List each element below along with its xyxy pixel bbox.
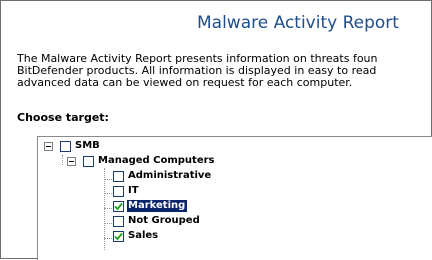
tree-label-not-grouped[interactable]: Not Grouped — [127, 215, 202, 227]
checkbox-not-grouped[interactable] — [113, 215, 124, 227]
tree-node-administrative[interactable]: Administrative — [113, 169, 213, 183]
checkbox-it[interactable] — [113, 185, 124, 197]
tree-label-administrative[interactable]: Administrative — [127, 170, 213, 182]
tree-node-managed-computers[interactable]: Managed Computers — [67, 154, 217, 168]
collapse-icon[interactable] — [44, 141, 53, 151]
tree-node-smb[interactable]: SMB — [44, 139, 102, 153]
collapse-icon[interactable] — [67, 156, 76, 166]
checkbox-marketing[interactable] — [113, 200, 124, 212]
checkbox-smb[interactable] — [60, 140, 71, 152]
description-line-3: advanced data can be viewed on request f… — [17, 76, 353, 89]
checkbox-administrative[interactable] — [113, 170, 124, 182]
tree-node-sales[interactable]: Sales — [113, 229, 160, 243]
tree-label-it[interactable]: IT — [127, 185, 141, 197]
report-title: Malware Activity Report — [197, 13, 399, 33]
checkmark-icon — [114, 202, 123, 210]
target-tree[interactable]: SMB Managed Computers Administrative IT … — [37, 136, 432, 260]
tree-node-not-grouped[interactable]: Not Grouped — [113, 214, 202, 228]
tree-connector — [62, 155, 63, 165]
report-description: The Malware Activity Report presents inf… — [17, 53, 432, 89]
report-panel: Malware Activity Report The Malware Acti… — [0, 0, 432, 260]
checkbox-managed-computers[interactable] — [83, 155, 94, 167]
tree-label-marketing[interactable]: Marketing — [127, 200, 188, 212]
tree-label-smb[interactable]: SMB — [74, 140, 102, 152]
choose-target-label: Choose target: — [17, 111, 109, 124]
tree-label-sales[interactable]: Sales — [127, 230, 160, 242]
checkmark-icon — [114, 232, 123, 240]
tree-node-it[interactable]: IT — [113, 184, 141, 198]
checkbox-sales[interactable] — [113, 230, 124, 242]
tree-node-marketing[interactable]: Marketing — [113, 199, 188, 213]
tree-label-managed-computers[interactable]: Managed Computers — [97, 155, 217, 167]
